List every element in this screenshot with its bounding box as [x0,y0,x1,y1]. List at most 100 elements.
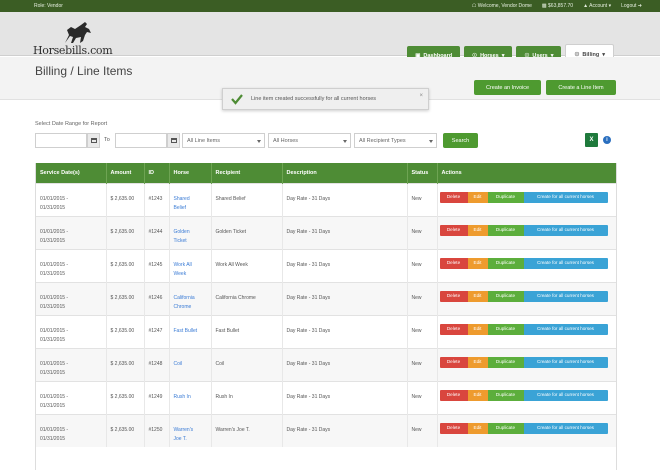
delete-button[interactable]: Delete [439,224,468,236]
description-cell: Day Rate - 31 Days [282,380,408,414]
edit-button[interactable]: Edit [467,323,488,335]
status-cell: New [407,314,438,348]
close-icon[interactable]: × [419,93,423,99]
create-invoice-button[interactable]: Create an Invoice [474,80,541,95]
edit-button[interactable]: Edit [467,356,488,368]
logout-link[interactable]: Logout ➜ [621,3,642,9]
excel-export-icon[interactable]: X [585,133,598,147]
create-for-all-horses-button[interactable]: Create for all current horses [523,257,608,269]
status-cell: New [407,215,438,249]
status-cell: New [407,380,438,414]
info-icon[interactable]: i [603,136,611,144]
line-items-select[interactable]: All Line Items [182,133,265,148]
horse-link[interactable]: Fast Bullet [169,314,212,348]
create-for-all-horses-button[interactable]: Create for all current horses [523,323,608,335]
end-date-input[interactable] [115,133,167,148]
horse-link[interactable]: California Chrome [169,281,212,315]
duplicate-button[interactable]: Duplicate [487,356,524,368]
edit-button[interactable]: Edit [467,191,488,203]
column-header[interactable]: Horse [169,163,212,183]
welcome-link[interactable]: ☖ Welcome, Vendor Dome [472,3,532,9]
create-for-all-horses-button[interactable]: Create for all current horses [523,290,608,302]
horse-link[interactable]: Shared Belief [169,182,212,216]
edit-button[interactable]: Edit [467,290,488,302]
toast-message: Line item created successfully for all c… [251,96,377,102]
logo-text: Horsebills.com [33,44,113,57]
actions-cell: Delete Edit Duplicate Create for all curren… [437,413,616,447]
create-for-all-horses-button[interactable]: Create for all current horses [523,422,608,434]
date-range-label: Select Date Range for Report [35,121,108,127]
column-header[interactable]: Service Date(s) [36,163,107,183]
duplicate-button[interactable]: Duplicate [487,224,524,236]
actions-cell: Delete Edit Duplicate Create for all curren… [437,215,616,249]
line-items-table: Service Date(s) Amount ID Horse Recipient Des… [35,163,617,470]
horse-link[interactable]: Warren's Joe T. [169,413,212,447]
duplicate-button[interactable]: Duplicate [487,389,524,401]
amount-cell: $ 2,635.00 [106,347,145,381]
header: Horsebills.com ▣ Dashboard ☉ Horses ▾ ☉ User… [0,12,660,65]
start-date-input[interactable] [35,133,87,148]
duplicate-button[interactable]: Duplicate [487,257,524,269]
id-cell: #1247 [144,314,170,348]
role-label: Role: Vendor [34,3,63,9]
delete-button[interactable]: Delete [439,389,468,401]
horse-link[interactable]: Coil [169,347,212,381]
actions-cell: Delete Edit Duplicate Create for all curren… [437,314,616,348]
edit-button[interactable]: Edit [467,257,488,269]
table-row: 01/01/2015 -01/31/2015 $ 2,635.00 #1247 Fas… [36,314,616,348]
duplicate-button[interactable]: Duplicate [487,191,524,203]
column-header[interactable]: Status [407,163,438,183]
description-cell: Day Rate - 31 Days [282,248,408,282]
table-row: 01/01/2015 -01/31/2015 $ 2,635.00 #1250 War… [36,413,616,447]
column-header[interactable]: ID [144,163,170,183]
column-header[interactable]: Amount [106,163,145,183]
table-row: 01/01/2015 -01/31/2015 $ 2,635.00 #1248 Coi… [36,347,616,381]
duplicate-button[interactable]: Duplicate [487,323,524,335]
logo[interactable]: Horsebills.com [33,21,113,57]
delete-button[interactable]: Delete [439,323,468,335]
id-cell: #1245 [144,248,170,282]
edit-button[interactable]: Edit [467,224,488,236]
amount-cell: $ 2,635.00 [106,215,145,249]
horse-link[interactable]: Golden Ticket [169,215,212,249]
calendar-icon[interactable] [167,133,180,148]
status-cell: New [407,248,438,282]
id-cell: #1248 [144,347,170,381]
horse-link[interactable]: Work All Week [169,248,212,282]
delete-button[interactable]: Delete [439,191,468,203]
recipient-cell: California Chrome [211,281,283,315]
edit-button[interactable]: Edit [467,422,488,434]
create-for-all-horses-button[interactable]: Create for all current horses [523,356,608,368]
amount-cell: $ 2,635.00 [106,380,145,414]
horses-select[interactable]: All Horses [268,133,351,148]
create-for-all-horses-button[interactable]: Create for all current horses [523,224,608,236]
recipient-types-select[interactable]: All Recipient Types [354,133,437,148]
column-header[interactable]: Description [282,163,408,183]
account-menu[interactable]: ▲ Account ▾ [583,3,611,9]
delete-button[interactable]: Delete [439,422,468,434]
table-row: 01/01/2015 -01/31/2015 $ 2,635.00 #1245 Wor… [36,248,616,282]
horse-link[interactable]: Rush In [169,380,212,414]
create-for-all-horses-button[interactable]: Create for all current horses [523,389,608,401]
amount-cell: $ 2,635.00 [106,182,145,216]
description-cell: Day Rate - 31 Days [282,281,408,315]
create-line-item-button[interactable]: Create a Line Item [546,80,616,95]
service-date-cell: 01/01/2015 -01/31/2015 [36,248,107,282]
amount-cell: $ 2,635.00 [106,281,145,315]
id-cell: #1244 [144,215,170,249]
column-header[interactable]: Recipient [211,163,283,183]
calendar-icon[interactable] [87,133,100,148]
delete-button[interactable]: Delete [439,356,468,368]
column-header[interactable]: Actions [437,163,616,183]
description-cell: Day Rate - 31 Days [282,413,408,447]
status-cell: New [407,182,438,216]
balance-label: ▩ $63,857.70 [541,3,574,9]
search-button[interactable]: Search [443,133,478,148]
delete-button[interactable]: Delete [439,290,468,302]
create-for-all-horses-button[interactable]: Create for all current horses [523,191,608,203]
recipient-cell: Shared Belief [211,182,283,216]
delete-button[interactable]: Delete [439,257,468,269]
duplicate-button[interactable]: Duplicate [487,422,524,434]
duplicate-button[interactable]: Duplicate [487,290,524,302]
edit-button[interactable]: Edit [467,389,488,401]
